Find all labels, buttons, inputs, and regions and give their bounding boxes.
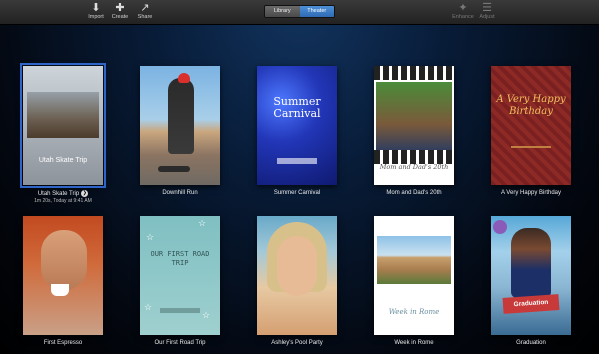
share-label: Share <box>137 14 153 20</box>
project-thumbnail-ashleys-pool-party[interactable] <box>257 216 337 335</box>
project-thumbnail-utah-skate-trip[interactable]: Utah Skate Trip <box>20 63 106 188</box>
project-name-graduation[interactable]: Graduation <box>471 340 591 346</box>
star-icon: ☆ <box>144 302 153 312</box>
thumbnail-photo <box>27 92 99 138</box>
toolbar: ⬇ Import ✚ Create ↗ Share Library Theate… <box>0 0 599 25</box>
thumbnail-title: Summer Carnival <box>273 95 321 120</box>
sliders-icon: ☰ <box>482 2 492 14</box>
project-thumbnail-mom-and-dads-20th[interactable]: Mom and Dad's 20th <box>374 66 454 185</box>
tab-theater[interactable]: Theater <box>299 6 334 17</box>
star-icon: ☆ <box>198 218 207 228</box>
filmstrip-top <box>374 66 454 80</box>
graduate-figure <box>511 228 551 298</box>
thumbnail-title: OUR FIRST ROAD TRIP <box>150 250 210 267</box>
project-thumbnail-week-in-rome[interactable]: Week in Rome <box>374 216 454 335</box>
project-thumbnail-our-first-road-trip[interactable]: ☆ ☆ ☆ ☆ OUR FIRST ROAD TRIP <box>140 216 220 335</box>
project-thumbnail-downhill-run[interactable] <box>140 66 220 185</box>
thumbnail-title: Mom and Dad's 20th <box>379 163 449 171</box>
project-name-downhill-run[interactable]: Downhill Run <box>120 190 240 196</box>
project-name-a-very-happy-birthday[interactable]: A Very Happy Birthday <box>471 190 591 196</box>
project-label-utah-skate-trip[interactable]: Utah Skate Trip ❯ <box>3 190 123 197</box>
project-name-ashleys-pool-party[interactable]: Ashley's Pool Party <box>237 340 357 346</box>
project-name: Utah Skate Trip <box>37 191 80 198</box>
thumbnail-subtitle-line <box>160 308 200 313</box>
skater-figure <box>168 78 194 154</box>
adjust-button[interactable]: ☰ Adjust <box>472 2 502 21</box>
thumbnail-title: A Very Happy Birthday <box>496 94 566 117</box>
thumbnail-photo <box>376 82 452 152</box>
project-name-mom-and-dads-20th[interactable]: Mom and Dad's 20th <box>354 190 474 196</box>
share-icon: ↗ <box>140 2 150 14</box>
portrait-shape <box>41 230 87 290</box>
view-segmented-control: Library Theater <box>264 5 335 18</box>
chevron-right-icon[interactable]: ❯ <box>81 190 89 197</box>
star-icon: ☆ <box>202 310 211 320</box>
project-thumbnail-summer-carnival[interactable]: Summer Carnival <box>257 66 337 185</box>
portrait-shape <box>277 236 317 296</box>
star-icon: ☆ <box>146 232 155 242</box>
filmstrip-bottom <box>374 150 454 164</box>
thumbnail-title: Week in Rome <box>388 308 440 316</box>
share-button[interactable]: ↗ Share <box>130 2 160 21</box>
flower-icon <box>493 220 507 234</box>
thumbnail-title: Utah Skate Trip <box>38 157 88 164</box>
tab-library[interactable]: Library <box>265 6 300 17</box>
project-name-our-first-road-trip[interactable]: Our First Road Trip <box>120 340 240 346</box>
helmet-shape <box>178 73 190 83</box>
colosseum-photo <box>377 236 451 284</box>
project-name-first-espresso[interactable]: First Espresso <box>3 340 123 346</box>
project-name-week-in-rome[interactable]: Week in Rome <box>354 340 474 346</box>
project-thumbnail-graduation[interactable]: Graduation <box>491 216 571 335</box>
project-thumbnail-first-espresso[interactable] <box>23 216 103 335</box>
thumbnail-divider <box>511 146 551 148</box>
skateboard-shape <box>158 166 190 172</box>
project-name-summer-carnival[interactable]: Summer Carnival <box>237 190 357 196</box>
adjust-label: Adjust <box>479 14 495 20</box>
project-thumbnail-a-very-happy-birthday[interactable]: A Very Happy Birthday <box>491 66 571 185</box>
espresso-cup-shape <box>51 284 69 296</box>
thumbnail-subtitle-line <box>277 158 317 164</box>
project-date: 1m 20s, Today at 9:41 AM <box>34 198 92 204</box>
